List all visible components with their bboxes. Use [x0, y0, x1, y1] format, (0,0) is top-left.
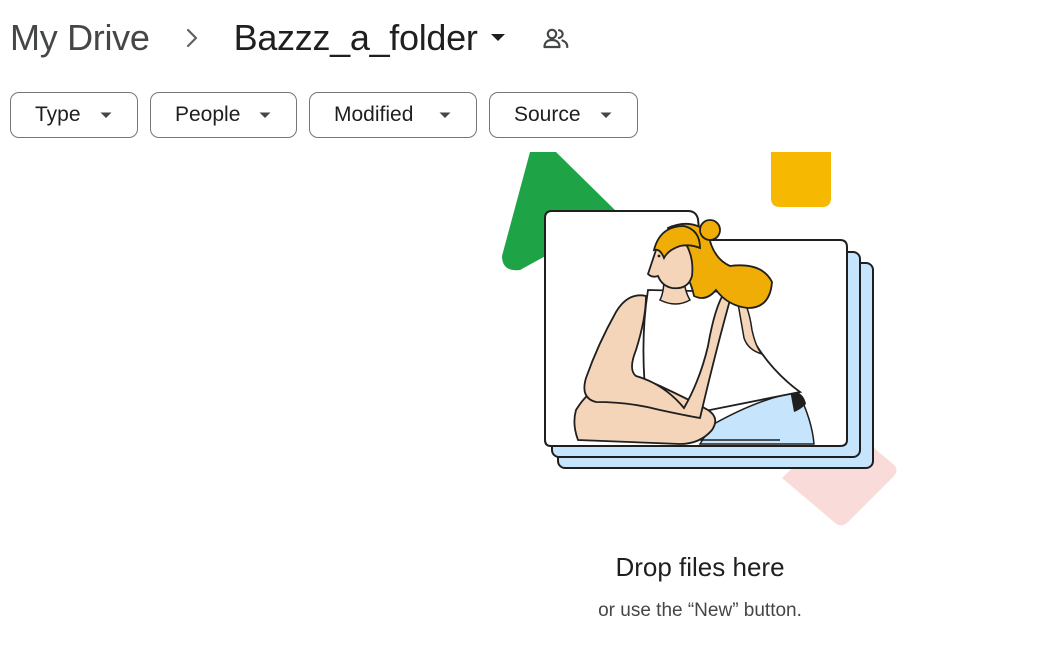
- chevron-right-icon: [150, 27, 234, 49]
- caret-down-icon: [488, 28, 508, 48]
- caret-down-icon: [99, 108, 113, 122]
- empty-state-subtitle: or use the “New” button.: [598, 600, 802, 621]
- caret-down-icon: [258, 108, 272, 122]
- filter-modified-label: Modified: [334, 103, 414, 126]
- breadcrumb-my-drive[interactable]: My Drive: [10, 17, 150, 59]
- empty-state-title: Drop files here: [615, 552, 785, 582]
- filter-people-label: People: [175, 103, 241, 126]
- shared-people-icon[interactable]: [542, 24, 570, 52]
- folder-menu-button[interactable]: Bazzz_a_folder: [234, 17, 508, 59]
- filter-chips: Type People Modified Source: [10, 92, 638, 138]
- filter-source-label: Source: [514, 103, 581, 126]
- caret-down-icon: [438, 108, 452, 122]
- filter-source-chip[interactable]: Source: [489, 92, 638, 138]
- breadcrumb: My Drive Bazzz_a_folder: [10, 14, 570, 62]
- breadcrumb-current-folder: Bazzz_a_folder: [233, 17, 478, 58]
- filter-type-chip[interactable]: Type: [10, 92, 138, 138]
- filter-modified-chip[interactable]: Modified: [309, 92, 477, 138]
- hair-bun-shape: [699, 219, 721, 241]
- yellow-square-shape: [771, 152, 831, 207]
- eye-shape: [657, 254, 661, 258]
- filter-people-chip[interactable]: People: [150, 92, 297, 138]
- empty-folder-illustration: [502, 152, 897, 526]
- caret-down-icon: [599, 108, 613, 122]
- filter-type-label: Type: [35, 103, 81, 126]
